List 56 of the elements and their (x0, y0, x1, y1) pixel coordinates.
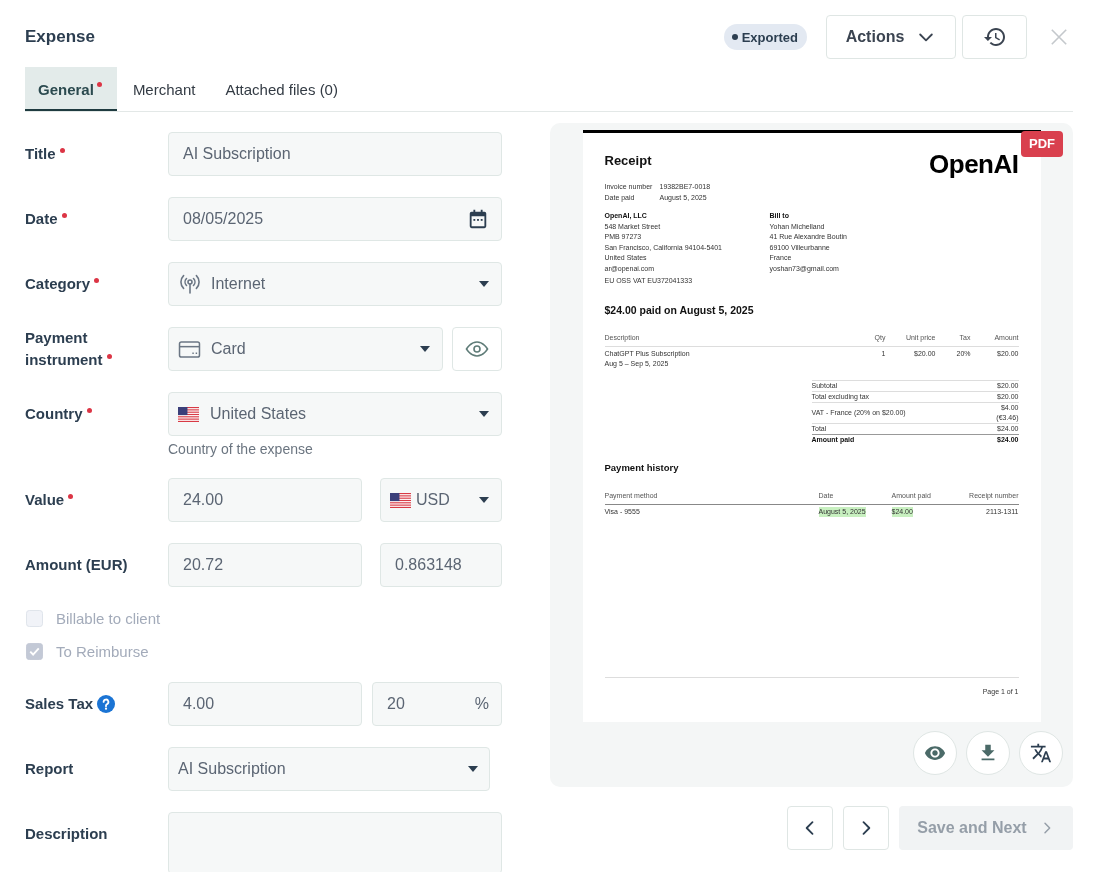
number-field[interactable]: 4.00 (168, 682, 362, 726)
logo-text: OpenAI (929, 151, 1019, 177)
page-title: Expense (25, 27, 95, 47)
currency-select[interactable]: USD (380, 478, 502, 522)
history-icon (982, 25, 1007, 49)
field-label: Amount (EUR) (25, 556, 128, 573)
caret-icon (479, 281, 489, 287)
field-label: Report (25, 760, 74, 777)
caret-icon (479, 497, 489, 503)
report-select[interactable]: AI Subscription (168, 747, 490, 791)
actions-button[interactable]: Actions (826, 15, 956, 59)
field-label: Value (25, 491, 65, 508)
help-icon[interactable] (97, 694, 116, 713)
antenna-icon (178, 272, 202, 296)
number-field[interactable]: 24.00 (168, 478, 362, 522)
status-dot-icon (731, 34, 738, 40)
description-field[interactable] (168, 812, 502, 872)
rate-field[interactable]: 0.863148 (380, 543, 502, 587)
field-hint: Country of the expense (168, 441, 313, 457)
translate-icon (1030, 742, 1052, 764)
flag-icon (390, 492, 411, 508)
credit-card-icon (178, 339, 201, 359)
caret-icon (468, 766, 478, 772)
number-field[interactable]: 20.72 (168, 543, 362, 587)
date-field[interactable]: 08/05/2025 (168, 197, 502, 241)
payment-summary: $24.00 paid on August 5, 2025 (604, 302, 754, 317)
text-field[interactable]: AI Subscription (168, 132, 502, 176)
field-label: Date (25, 210, 58, 227)
category-select[interactable]: Internet (168, 262, 502, 306)
receipt-title: Receipt (604, 153, 652, 169)
eye-button[interactable] (452, 327, 502, 371)
payment-select[interactable]: Card (168, 327, 443, 371)
tab[interactable]: Attached files (0) (209, 67, 352, 111)
field-label: Payment instrument (25, 329, 103, 368)
translate-button[interactable] (1019, 731, 1063, 775)
field-label: Description (25, 825, 108, 842)
field-label: Category (25, 275, 91, 292)
checkbox-label: To Reimburse (56, 642, 149, 660)
field-label: Title (25, 145, 56, 162)
preview-button[interactable] (913, 731, 957, 775)
download-button[interactable] (966, 731, 1010, 775)
caret-icon (420, 346, 430, 352)
checkbox-label: Billable to client (56, 609, 161, 627)
field-label: Sales Tax (25, 695, 94, 712)
field-label: Country (25, 405, 83, 422)
status-text: Exported (741, 29, 798, 45)
tab[interactable]: Merchant (116, 67, 210, 111)
caret-icon (479, 411, 489, 417)
history-button[interactable] (962, 15, 1027, 59)
flag-icon (178, 406, 199, 422)
country-select[interactable]: United States (168, 392, 502, 436)
percent-field[interactable]: 20 % (372, 682, 502, 726)
tab[interactable]: General (25, 67, 117, 111)
calendar-icon (467, 208, 489, 230)
file-type-badge: PDF (1021, 131, 1063, 157)
section-title: Payment history (604, 461, 679, 474)
